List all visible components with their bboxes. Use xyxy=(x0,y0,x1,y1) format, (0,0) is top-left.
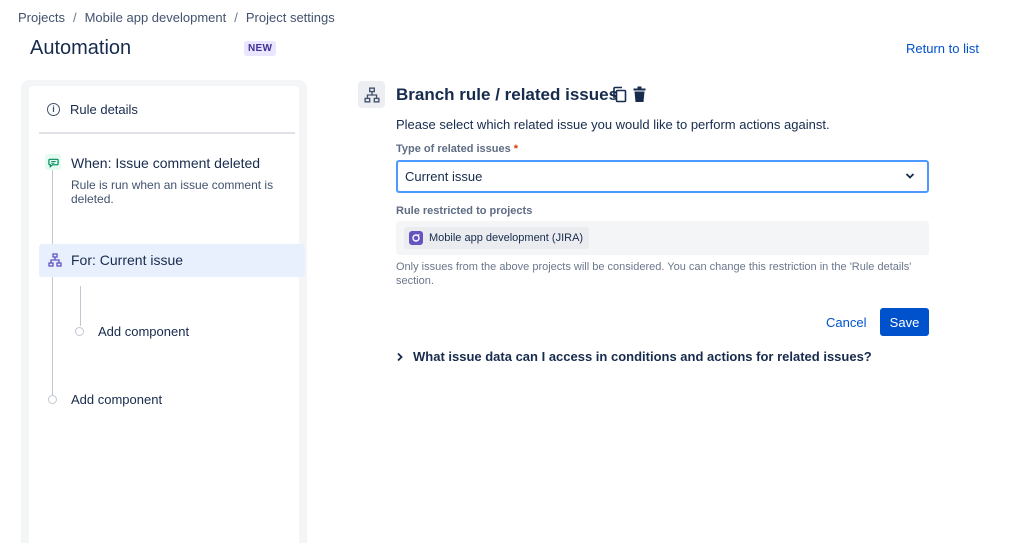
select-value: Current issue xyxy=(405,169,483,184)
breadcrumb-projects[interactable]: Projects xyxy=(18,10,65,25)
editor-title: Branch rule / related issues xyxy=(396,85,619,104)
rule-restricted-label: Rule restricted to projects xyxy=(396,205,533,217)
expander-label: What issue data can I access in conditio… xyxy=(413,349,872,364)
related-issues-select[interactable]: Current issue xyxy=(396,160,929,193)
rule-details-label: Rule details xyxy=(70,101,138,117)
add-component-dot xyxy=(48,395,57,404)
project-tag: Mobile app development (JIRA) xyxy=(404,227,590,249)
breadcrumb: Projects / Mobile app development / Proj… xyxy=(18,10,335,25)
branch-icon xyxy=(48,253,62,267)
trigger-description: Rule is run when an issue comment is del… xyxy=(71,178,274,206)
breadcrumb-separator: / xyxy=(72,10,77,25)
add-component-root[interactable]: Add component xyxy=(48,392,162,407)
project-icon xyxy=(409,231,423,245)
branch-item-current-issue[interactable]: For: Current issue xyxy=(39,244,305,277)
cancel-button[interactable]: Cancel xyxy=(818,308,874,336)
new-badge: NEW xyxy=(244,41,277,56)
rule-tree: i Rule details When: Issue comment delet… xyxy=(29,86,305,543)
chevron-down-icon xyxy=(905,173,915,179)
restricted-projects-field: Mobile app development (JIRA) xyxy=(396,221,929,255)
add-component-label: Add component xyxy=(71,392,163,407)
branch-icon xyxy=(358,81,385,108)
trigger-title: When: Issue comment deleted xyxy=(71,155,261,171)
issue-data-expander[interactable]: What issue data can I access in conditio… xyxy=(396,349,872,364)
info-icon: i xyxy=(47,102,60,116)
page-title: Automation xyxy=(30,37,132,59)
breadcrumb-separator: / xyxy=(234,10,238,25)
copy-icon[interactable] xyxy=(612,86,627,103)
field-label-text: Type of related issues xyxy=(396,143,511,155)
rule-details-item[interactable]: i Rule details xyxy=(39,86,295,134)
editor-instruction: Please select which related issue you wo… xyxy=(396,117,830,132)
project-tag-label: Mobile app development (JIRA) xyxy=(429,232,584,244)
trash-icon[interactable] xyxy=(632,86,647,103)
add-component-nested[interactable]: Add component xyxy=(75,324,189,339)
branch-title: For: Current issue xyxy=(71,252,184,268)
chat-icon xyxy=(45,154,61,170)
return-to-list-link[interactable]: Return to list xyxy=(906,41,979,56)
save-button[interactable]: Save xyxy=(880,308,929,336)
breadcrumb-project[interactable]: Mobile app development xyxy=(85,10,227,25)
add-component-label: Add component xyxy=(98,324,190,339)
type-of-related-issues-label: Type of related issues * xyxy=(396,143,518,155)
breadcrumb-project-settings[interactable]: Project settings xyxy=(246,10,335,25)
add-component-dot xyxy=(75,327,84,336)
chevron-right-icon xyxy=(397,352,403,361)
rule-panel: i Rule details When: Issue comment delet… xyxy=(21,80,307,543)
trigger-item[interactable]: When: Issue comment deleted Rule is run … xyxy=(39,146,295,210)
required-mark: * xyxy=(513,143,519,155)
restriction-help-text: Only issues from the above projects will… xyxy=(396,261,912,287)
connector-line xyxy=(80,286,81,326)
